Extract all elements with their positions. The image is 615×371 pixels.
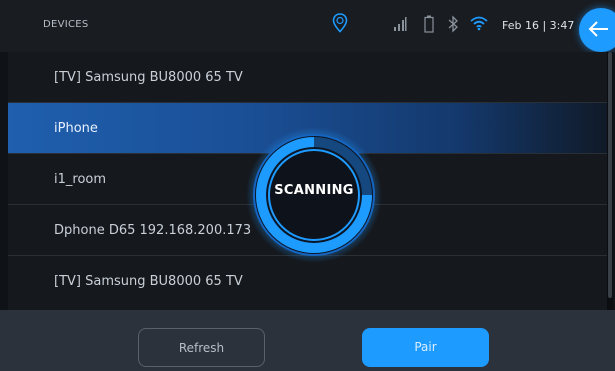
refresh-button[interactable]: Refresh (138, 328, 265, 367)
bottom-action-bar: Refresh Pair (0, 310, 615, 371)
back-arrow-icon (588, 20, 610, 42)
pair-button[interactable]: Pair (362, 328, 489, 367)
top-bar: DEVICES Feb 16 | 3:47 (0, 0, 615, 52)
scrollbar-thumb[interactable] (608, 52, 612, 298)
date-time: Feb 16 | 3:47 (502, 19, 575, 32)
scanning-indicator: SCANNING (244, 125, 384, 265)
device-name: [TV] Samsung BU8000 65 TV (54, 70, 243, 85)
scrollbar[interactable] (607, 52, 613, 310)
device-name: [TV] Samsung BU8000 65 TV (54, 274, 243, 289)
page-title: DEVICES (43, 19, 89, 30)
device-name: iPhone (54, 121, 98, 136)
battery-icon (424, 15, 434, 37)
back-button[interactable] (579, 8, 615, 52)
location-pin-icon (332, 13, 348, 37)
scanning-label: SCANNING (274, 183, 354, 198)
device-row[interactable]: [TV] Samsung BU8000 65 TV (8, 52, 607, 103)
device-name: i1_room (54, 172, 107, 187)
signal-icon (393, 16, 407, 36)
device-name: Dphone D65 192.168.200.173 (54, 223, 252, 238)
wifi-icon (470, 15, 488, 35)
bluetooth-icon (447, 15, 459, 37)
